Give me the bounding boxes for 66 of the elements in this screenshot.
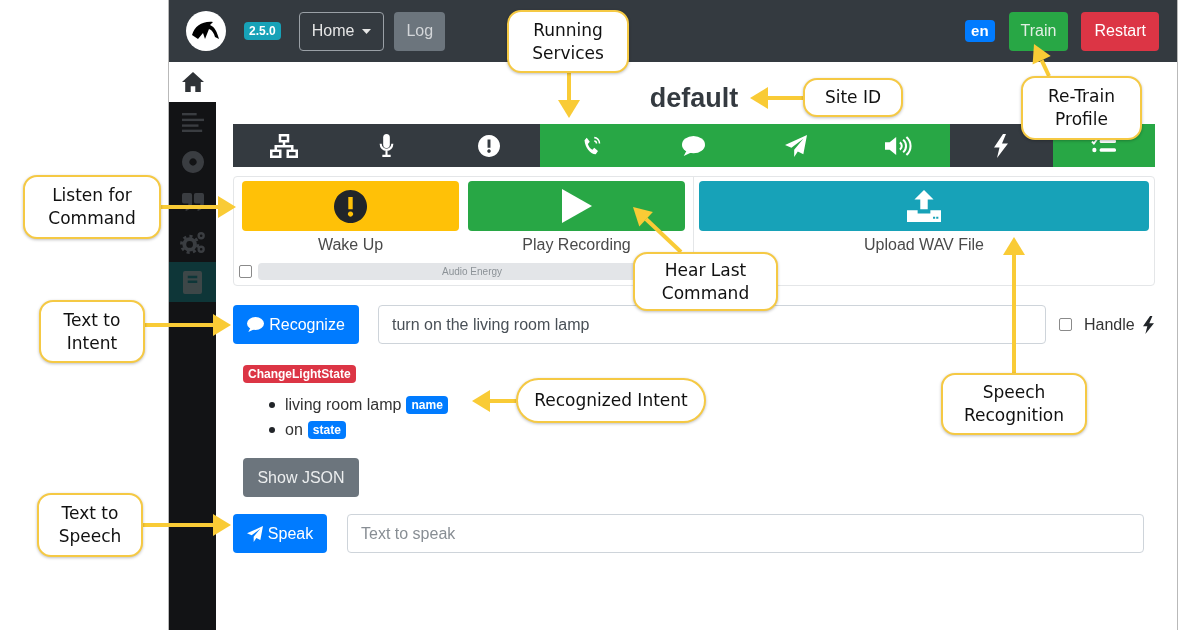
bolt-icon (1142, 315, 1154, 334)
callout: Speech Recognition (941, 373, 1087, 435)
checkbox[interactable] (239, 265, 252, 278)
callout: Listen for Command (23, 175, 161, 239)
show-json-button[interactable]: Show JSON (243, 458, 359, 497)
paper-plane-icon (246, 525, 263, 542)
entity-badge: state (307, 420, 346, 439)
network-icon (270, 133, 299, 158)
text-input[interactable]: Text to speak (347, 514, 1144, 553)
microphone-icon (379, 134, 395, 157)
action-label: Upload WAV File (862, 235, 985, 255)
handle-label: Handle (1084, 314, 1135, 335)
callout: Recognized Intent (516, 378, 706, 423)
slot-value: on (285, 419, 303, 440)
callout: Running Services (507, 10, 629, 73)
upload-button[interactable] (699, 181, 1149, 231)
arrow (472, 390, 516, 412)
restart-button[interactable]: Restart (1081, 11, 1159, 51)
book-icon (183, 270, 202, 294)
play-icon (561, 189, 592, 223)
exclamation-icon (478, 134, 501, 157)
callout: Hear Last Command (633, 252, 778, 311)
arrow (1032, 44, 1051, 77)
quote-icon (181, 193, 204, 211)
paper-plane-icon (785, 134, 808, 157)
home-dropdown[interactable]: Home (298, 11, 385, 51)
intent-badge: ChangeLightState (243, 365, 356, 383)
exclamation-icon (334, 189, 367, 223)
bolt-icon (994, 133, 1009, 158)
logo-icon (186, 11, 226, 51)
play-button[interactable] (468, 181, 685, 231)
gears-icon (180, 230, 205, 254)
text-input[interactable]: turn on the living room lamp (378, 305, 1046, 344)
callout: Re-Train Profile (1021, 76, 1142, 140)
train-button[interactable]: Train (1008, 11, 1069, 51)
progress-label: Audio Energy (442, 265, 503, 278)
home-icon (181, 72, 204, 92)
arrow (750, 87, 803, 109)
lines-icon (181, 112, 204, 132)
checkbox[interactable] (1059, 318, 1072, 331)
action-label: Play Recording (521, 235, 632, 255)
slot-value: living room lamp (285, 394, 402, 415)
callout: Text to Intent (39, 300, 145, 363)
upload-icon (907, 190, 941, 222)
arrow (633, 207, 683, 254)
speak-button[interactable]: Speak (233, 514, 327, 553)
site-id-heading: default (649, 82, 739, 115)
speaker-icon (885, 135, 913, 156)
arrow (558, 73, 580, 118)
caret-icon (362, 28, 372, 34)
checklist-icon (1091, 138, 1117, 153)
wake-button[interactable] (242, 181, 459, 231)
version-badge: 2.5.0 (244, 22, 281, 40)
callout: Text to Speech (37, 493, 143, 557)
bullet-icon (269, 426, 275, 433)
log-button[interactable]: Log (394, 11, 446, 51)
bullet-icon (269, 401, 275, 408)
recognize-button[interactable]: Recognize (233, 305, 359, 344)
entity-badge: name (406, 395, 448, 414)
language-badge: en (965, 20, 995, 42)
chat-bubble-icon (247, 317, 265, 332)
callout: Site ID (803, 78, 903, 117)
phone-icon (582, 135, 601, 156)
action-label: Wake Up (316, 235, 385, 255)
sidebar-item[interactable] (169, 62, 216, 102)
chat-bubble-icon (682, 135, 706, 156)
